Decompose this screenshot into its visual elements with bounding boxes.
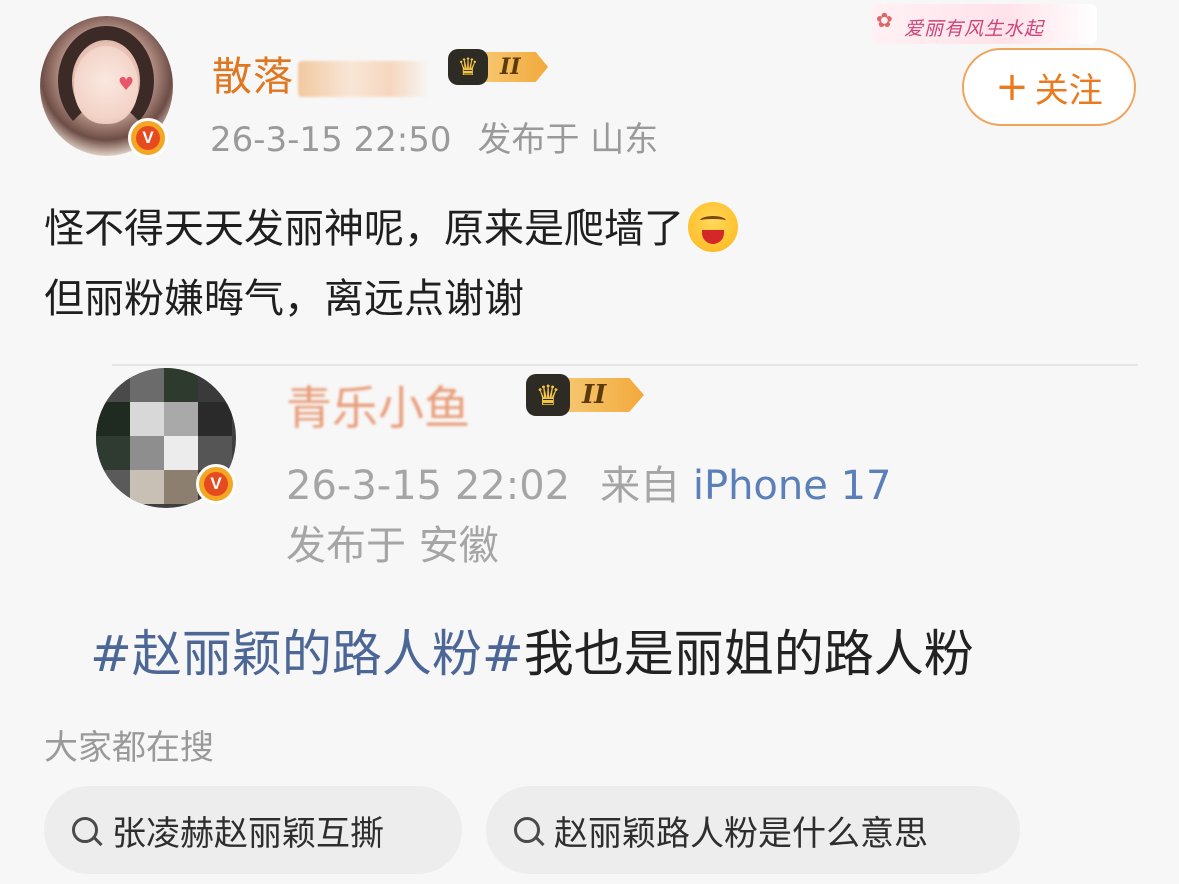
device-name: iPhone 17 — [692, 463, 892, 509]
verified-badge-icon: V — [128, 118, 168, 158]
watermark-text: 爱丽有风生水起 — [904, 18, 1045, 40]
blurred-username-part — [298, 61, 430, 97]
quoted-time: 26-3-15 22:02 — [286, 463, 571, 509]
divider — [112, 364, 1138, 366]
heart-icon: ♥ — [118, 74, 135, 95]
level-label: II — [480, 52, 548, 82]
quoted-meta: 26-3-15 22:02 来自 iPhone 17 发布于 安徽 — [286, 456, 891, 576]
search-suggestion[interactable]: 张凌赫赵丽颖互撕 — [44, 786, 462, 874]
level-label: II — [562, 378, 644, 412]
watermark: ✿ 爱丽有风生水起 — [872, 4, 1097, 44]
post-body: 怪不得天天发丽神呢，原来是爬墙了 但丽粉嫌晦气，离远点谢谢 — [44, 194, 738, 334]
post-time: 26-3-15 22:50 — [210, 120, 452, 160]
crown-icon: ♛ — [526, 374, 570, 416]
username-text: 散落 — [212, 54, 294, 100]
topic-link[interactable]: #赵丽颖的路人粉# — [90, 625, 524, 683]
search-icon — [72, 817, 98, 843]
follow-label: 关注 — [1034, 70, 1103, 111]
search-suggestion-label: 张凌赫赵丽颖互撕 — [112, 813, 384, 854]
quoted-location: 发布于 安徽 — [286, 523, 499, 569]
member-level-badge[interactable]: ♛ II — [526, 374, 644, 416]
drooling-face-emoji-icon — [688, 202, 738, 252]
post-line-1: 怪不得天天发丽神呢，原来是爬墙了 — [44, 194, 738, 264]
plus-icon: + — [995, 64, 1029, 110]
quoted-text: 我也是丽姐的路人粉 — [523, 625, 974, 683]
heart-icon: ✿ — [876, 8, 893, 32]
search-suggestion-label: 赵丽颖路人粉是什么意思 — [554, 813, 928, 854]
search-icon — [514, 817, 540, 843]
search-suggestion[interactable]: 赵丽颖路人粉是什么意思 — [486, 786, 1020, 874]
quoted-body: #赵丽颖的路人粉#我也是丽姐的路人粉 — [90, 614, 974, 686]
quoted-username[interactable]: 青乐小鱼 — [286, 372, 470, 438]
post-meta: 26-3-15 22:50 发布于 山东 — [210, 112, 658, 161]
quoted-time-source: 26-3-15 22:02 来自 iPhone 17 — [286, 456, 891, 516]
verified-badge-icon: V — [196, 464, 236, 504]
member-level-badge[interactable]: ♛ II — [448, 48, 548, 86]
source-prefix: 来自 — [600, 463, 681, 509]
crown-icon: ♛ — [448, 49, 488, 85]
follow-button[interactable]: + 关注 — [962, 48, 1136, 126]
username[interactable]: 散落 — [212, 44, 430, 102]
post-line-2: 但丽粉嫌晦气，离远点谢谢 — [44, 276, 524, 322]
search-section-title: 大家都在搜 — [44, 728, 214, 768]
post-location: 发布于 山东 — [477, 120, 659, 160]
